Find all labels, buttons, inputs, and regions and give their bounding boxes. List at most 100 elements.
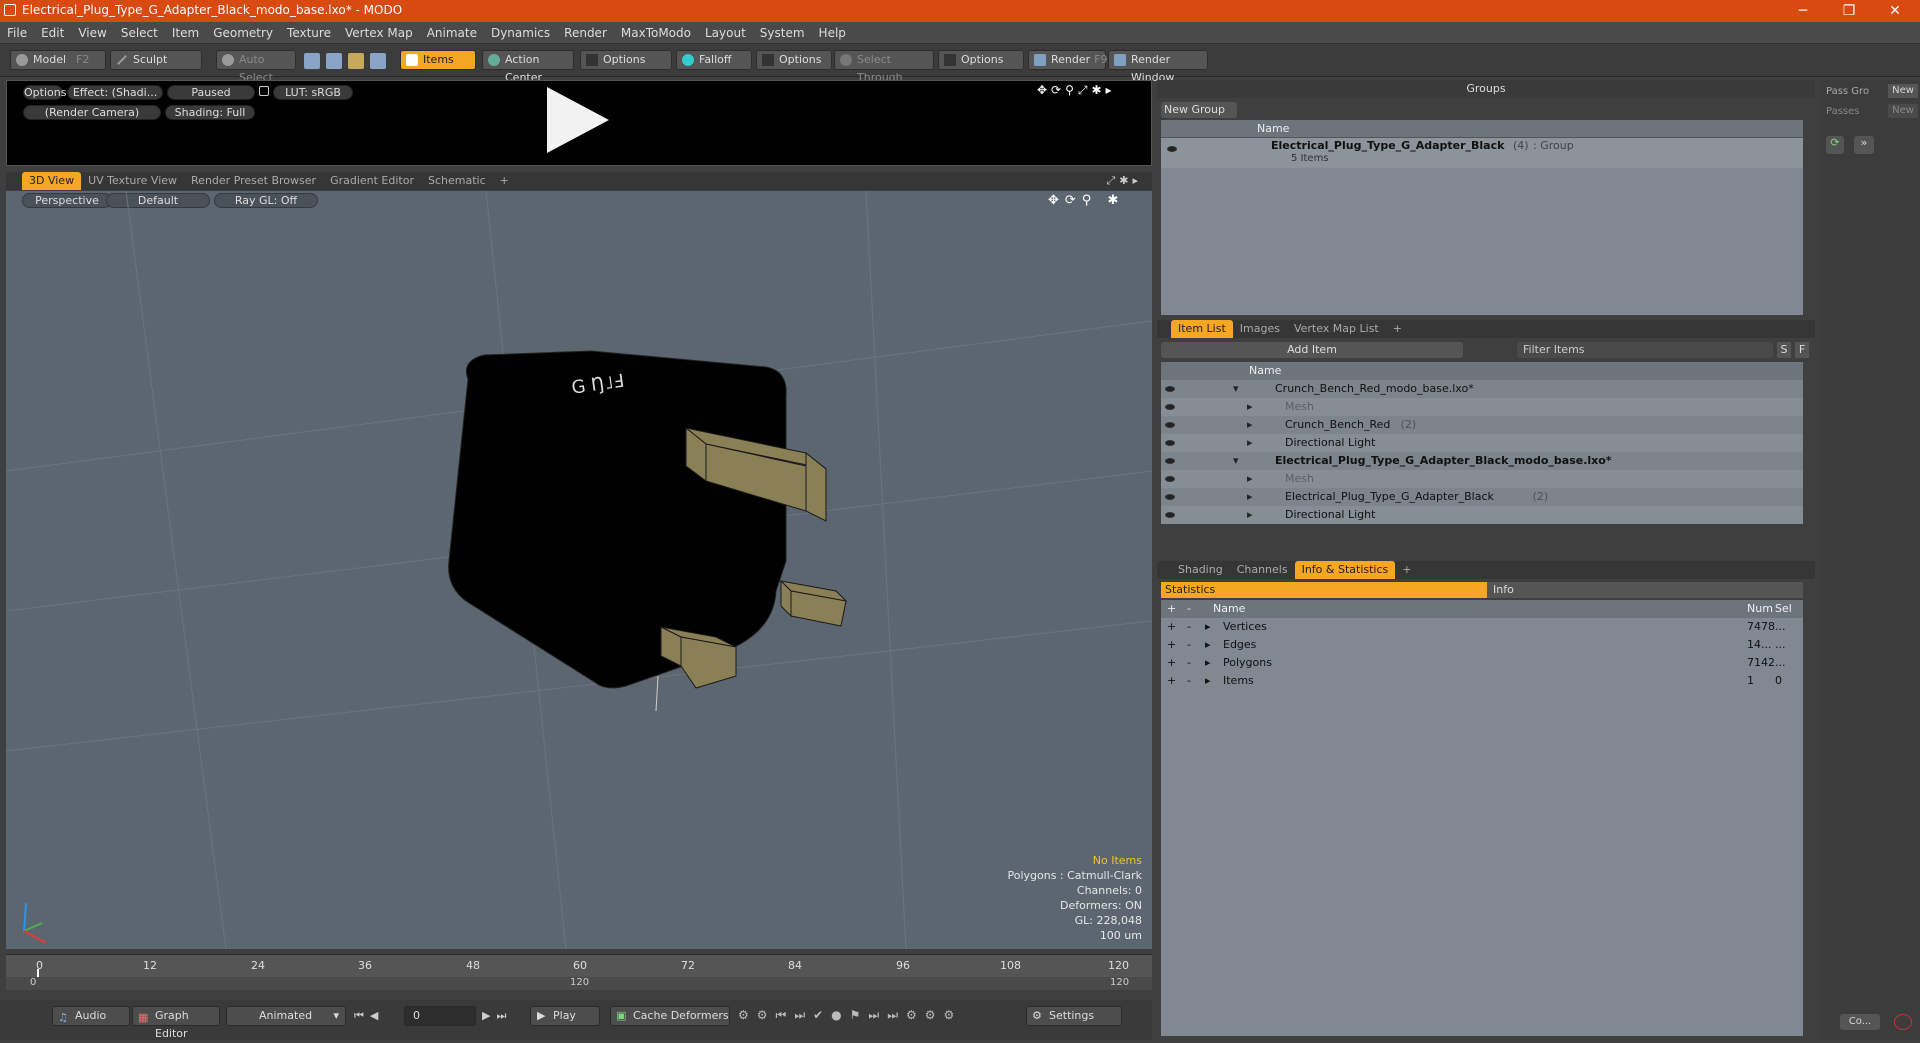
tab-item-list[interactable]: Item List [1171,320,1233,338]
edges-mode-icon[interactable] [326,53,342,69]
tab-gradient-editor[interactable]: Gradient Editor [323,172,421,190]
collapse-all-icon[interactable]: - [1187,602,1191,615]
expand-row-icon[interactable]: + [1167,654,1176,672]
close-icon[interactable]: ✕ [1872,0,1918,22]
menu-edit[interactable]: Edit [34,22,71,44]
next-key-icons[interactable]: ▶⏭ [482,1009,512,1023]
item-row[interactable]: ▸ Electrical_Plug_Type_G_Adapter_Black (2) [1161,488,1803,506]
timeline-ruler[interactable]: 0 12 24 36 48 60 72 84 96 108 120 [6,955,1152,977]
filter-f-button[interactable]: F [1795,342,1809,358]
stats-row[interactable]: + - ▸ Vertices 7478... [1161,618,1803,636]
item-row[interactable]: ▸ Mesh [1161,398,1803,416]
menu-system[interactable]: System [753,22,812,44]
expand-icon[interactable]: » [1854,136,1874,154]
minimize-icon[interactable]: ─ [1780,0,1826,22]
refresh-icon[interactable]: ⟳ [1826,136,1844,154]
item-row[interactable]: ▸ Directional Light [1161,506,1803,524]
tab-channels[interactable]: Channels [1230,561,1295,579]
preview-options-button[interactable]: Options [23,85,66,100]
expand-arrow-icon[interactable]: ▸ [1247,470,1253,488]
visibility-icon[interactable] [1165,494,1175,500]
maximize-icon[interactable]: ❐ [1826,0,1872,22]
collapse-row-icon[interactable]: - [1187,636,1191,654]
prev-key-icons[interactable]: ⏮◀ [354,1009,384,1023]
visibility-icon[interactable] [1167,146,1177,152]
add-item-button[interactable]: Add Item [1161,342,1463,358]
tab-shading[interactable]: Shading [1171,561,1230,579]
frame-input[interactable]: 0 [404,1006,476,1026]
collapse-row-icon[interactable]: - [1187,654,1191,672]
polygons-mode-icon[interactable] [348,53,364,69]
row-arrow-icon[interactable]: ▸ [1205,654,1211,672]
lut-dropdown[interactable]: LUT: sRGB [273,85,353,100]
item-row[interactable]: ▾ Crunch_Bench_Red_modo_base.lxo* [1161,380,1803,398]
animation-tool-icons[interactable]: ⚙⚙⏮⏭✔●⚑⏭⏭⚙⚙⚙ [738,1008,962,1023]
expand-row-icon[interactable]: + [1167,618,1176,636]
expand-arrow-icon[interactable]: ▸ [1247,506,1253,524]
menu-maxtomodo[interactable]: MaxToModo [614,22,698,44]
visibility-icon[interactable] [1165,422,1175,428]
tab-info-statistics[interactable]: Info & Statistics [1294,561,1396,579]
tab-3d-view[interactable]: 3D View [22,172,82,190]
menu-help[interactable]: Help [812,22,853,44]
menu-render[interactable]: Render [557,22,614,44]
materials-mode-icon[interactable] [370,53,386,69]
collapse-arrow-icon[interactable]: ▾ [1233,452,1239,470]
tab-images[interactable]: Images [1233,320,1287,338]
filter-s-button[interactable]: S [1777,342,1791,358]
visibility-icon[interactable] [1165,440,1175,446]
expand-arrow-icon[interactable]: ▸ [1247,398,1253,416]
stats-row[interactable]: + - ▸ Polygons 7142... [1161,654,1803,672]
row-arrow-icon[interactable]: ▸ [1205,618,1211,636]
collapse-arrow-icon[interactable]: ▾ [1233,380,1239,398]
item-row[interactable]: ▾ Electrical_Plug_Type_G_Adapter_Black_mo… [1161,452,1803,470]
expand-arrow-icon[interactable]: ▸ [1247,434,1253,452]
playhead[interactable] [37,969,39,977]
expand-row-icon[interactable]: + [1167,636,1176,654]
item-row[interactable]: ▸ Crunch_Bench_Red (2) [1161,416,1803,434]
falloff-button[interactable]: Falloff [676,50,752,70]
sculpt-button[interactable]: Sculpt [110,50,202,70]
new-group-button[interactable]: New Group [1161,102,1237,118]
statistics-tab[interactable]: Statistics [1161,582,1487,598]
timeline[interactable]: 0 12 24 36 48 60 72 84 96 108 120 0 120 … [6,954,1152,990]
expand-arrow-icon[interactable]: ▸ [1247,488,1253,506]
record-icon[interactable] [1894,1014,1912,1030]
menu-vertex-map[interactable]: Vertex Map [338,22,420,44]
visibility-icon[interactable] [1165,404,1175,410]
add-tab-button[interactable]: + [493,172,516,190]
action-center-options-button[interactable]: Options [580,50,672,70]
tab-schematic[interactable]: Schematic [421,172,493,190]
auto-select-button[interactable]: Auto Select [216,50,296,84]
menu-texture[interactable]: Texture [280,22,338,44]
settings-button[interactable]: ⚙ Settings [1026,1006,1122,1026]
item-row[interactable]: ▸ Directional Light [1161,434,1803,452]
play-button[interactable]: ▶ Play [530,1006,600,1026]
vertices-mode-icon[interactable] [304,53,320,69]
cache-deformers-button[interactable]: ▣ Cache Deformers [610,1006,730,1026]
shading-dropdown[interactable]: Shading: Full [165,105,255,120]
items-mode-button[interactable]: Items [400,50,476,70]
menu-file[interactable]: File [0,22,34,44]
visibility-icon[interactable] [1165,476,1175,482]
paused-toggle[interactable]: Paused [167,85,255,100]
camera-dropdown[interactable]: (Render Camera) [23,105,161,120]
menu-view[interactable]: View [71,22,113,44]
expand-arrow-icon[interactable]: ▸ [1247,416,1253,434]
render-window-button[interactable]: Render Window [1108,50,1208,84]
visibility-icon[interactable] [1165,512,1175,518]
add-stats-tab-button[interactable]: + [1395,561,1418,579]
group-row[interactable]: Electrical_Plug_Type_G_Adapter_Black (4)… [1161,138,1803,168]
tab-vertex-map-list[interactable]: Vertex Map List [1287,320,1386,338]
menu-item[interactable]: Item [165,22,206,44]
action-center-button[interactable]: Action Center [482,50,574,84]
graph-editor-button[interactable]: ▦ Graph Editor [132,1006,220,1040]
row-arrow-icon[interactable]: ▸ [1205,672,1211,690]
select-through-button[interactable]: Select Through [834,50,934,84]
falloff-options-button[interactable]: Options [756,50,832,70]
animated-dropdown[interactable]: Animated ▾ [226,1006,346,1026]
audio-button[interactable]: ♫ Audio [52,1006,130,1026]
info-tab[interactable]: Info [1487,582,1803,598]
tab-uv-texture-view[interactable]: UV Texture View [81,172,184,190]
3d-viewport[interactable]: Perspective Default Ray GL: Off ✥⟳⚲ ✱ G … [6,191,1152,949]
